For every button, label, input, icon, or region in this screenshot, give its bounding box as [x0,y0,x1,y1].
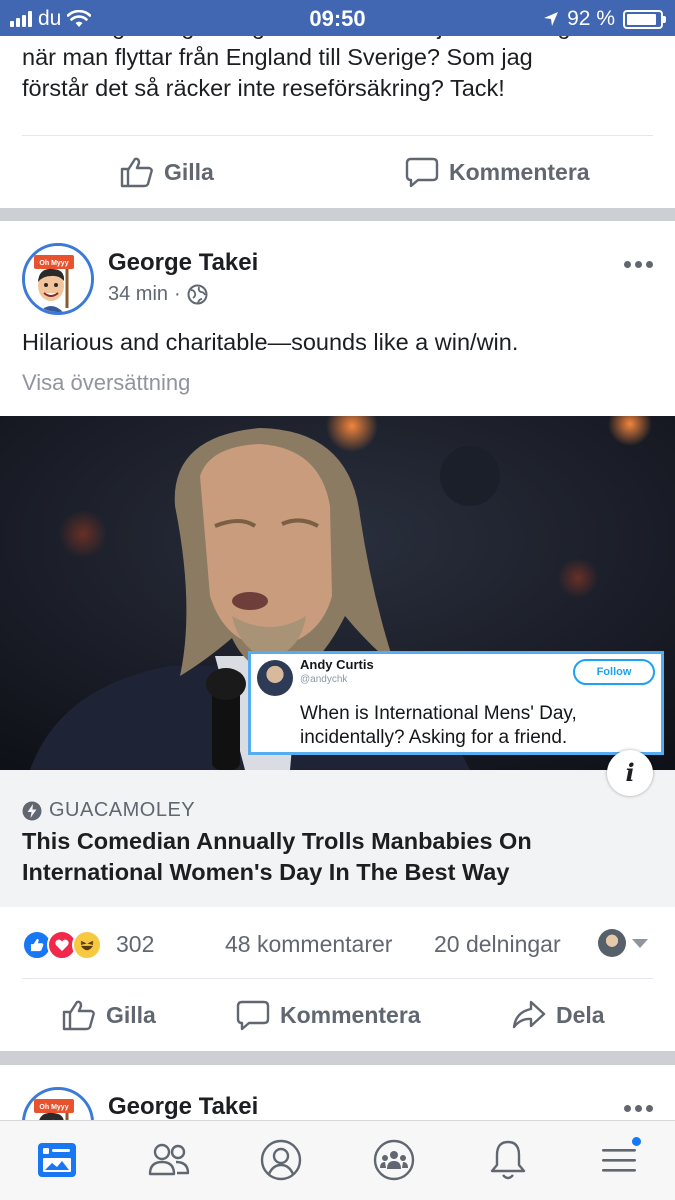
post-text: Hilarious and charitable—sounds like a w… [22,329,519,355]
link-preview[interactable]: GUACAMOLEY This Comedian Annually Trolls… [0,770,675,907]
comment-button[interactable]: Kommentera [405,156,590,188]
previous-post-line: när man flyttar från England till Sverig… [22,44,533,70]
translate-link[interactable]: Visa översättning [22,370,190,396]
comment-label: Kommentera [449,158,590,185]
menu-notification-dot [630,1135,643,1148]
feed-separator [0,1051,675,1065]
reaction-count: 302 [116,931,155,957]
like-button[interactable]: Gilla [62,999,156,1031]
share-arrow-icon [512,1000,546,1029]
comment-count[interactable]: 48 kommentarer [225,931,392,958]
embedded-tweet: Andy Curtis @andychk Follow When is Inte… [248,651,664,755]
tab-groups[interactable] [366,1135,422,1185]
share-label: Dela [556,1001,605,1028]
friends-icon [148,1143,190,1176]
avatar-sign-text: Oh Myyy [39,260,68,267]
tab-profile[interactable] [253,1135,309,1185]
comment-icon [405,157,439,188]
george-takei-avatar: Oh Myyy [25,246,91,312]
feed-separator [0,208,675,221]
comment-label: Kommentera [280,1001,421,1028]
news-feed-icon [38,1143,76,1177]
groups-icon [373,1139,415,1181]
tweet-author-handle: @andychk [300,674,348,685]
thumbs-up-icon [120,157,153,188]
share-button[interactable]: Dela [512,999,605,1031]
post-options-icon[interactable] [624,1105,653,1112]
post-options-icon[interactable] [624,261,653,268]
bottom-tab-bar [0,1120,675,1200]
comment-button[interactable]: Kommentera [236,999,421,1031]
link-title: This Comedian Annually Trolls Manbabies … [22,828,532,885]
previous-post: försäkringsbolag som ger heltäckande sju… [0,28,675,208]
previous-post-line: förstår det så räcker inte reseförsäkrin… [22,75,505,101]
globe-icon [187,284,208,305]
divider [22,978,653,979]
avatar-sign-text: Oh Myyy [39,1104,68,1111]
tab-friends[interactable] [141,1135,197,1185]
reaction-selector-caret-icon[interactable] [632,939,648,948]
share-count[interactable]: 20 delningar [434,931,561,958]
info-button[interactable]: i [607,750,653,796]
thumbs-up-icon [62,1000,95,1031]
feed-post: Oh Myyy George Takei 34 min · Hilarious … [0,221,675,1051]
tweet-text: When is International Mens' Day, inciden… [300,703,577,748]
instant-article-icon [22,801,42,820]
battery-percent: 92 % [567,7,615,30]
link-source: GUACAMOLEY [22,799,195,822]
device-status: 92 % [543,7,666,31]
viewer-avatar[interactable] [598,929,626,957]
battery-icon [623,9,666,29]
post-meta: 34 min · [108,283,208,306]
haha-reaction-icon [72,930,102,960]
tweet-author-name: Andy Curtis [300,657,374,672]
meta-separator: · [174,283,181,305]
post-time[interactable]: 34 min [108,283,168,306]
page-avatar[interactable]: Oh Myyy [22,243,94,315]
like-label: Gilla [106,1001,156,1028]
reaction-summary[interactable]: 302 48 kommentarer 20 delningar [22,928,652,960]
tweet-follow-button: Follow [573,659,655,685]
tab-menu[interactable] [591,1135,647,1185]
status-bar: du 09:50 92 % [0,0,675,36]
previous-post-text: försäkringsbolag som ger heltäckande sju… [22,28,652,104]
next-feed-post: Oh Myyy George Takei [0,1065,675,1120]
notifications-icon [490,1140,526,1180]
tab-news-feed[interactable] [29,1135,85,1185]
post-author[interactable]: George Takei [108,249,258,277]
george-takei-avatar: Oh Myyy [25,1090,91,1120]
like-button[interactable]: Gilla [120,156,214,188]
link-preview-image[interactable]: Andy Curtis @andychk Follow When is Inte… [0,416,675,770]
reaction-icons [22,930,112,960]
page-avatar[interactable]: Oh Myyy [22,1087,94,1120]
comment-icon [236,1000,270,1031]
tab-notifications[interactable] [480,1135,536,1185]
like-label: Gilla [164,158,214,185]
location-arrow-icon [544,12,559,26]
tweet-avatar [257,660,293,696]
divider [22,135,653,136]
link-source-name: GUACAMOLEY [49,799,196,821]
profile-icon [260,1139,302,1181]
post-author[interactable]: George Takei [108,1093,258,1120]
